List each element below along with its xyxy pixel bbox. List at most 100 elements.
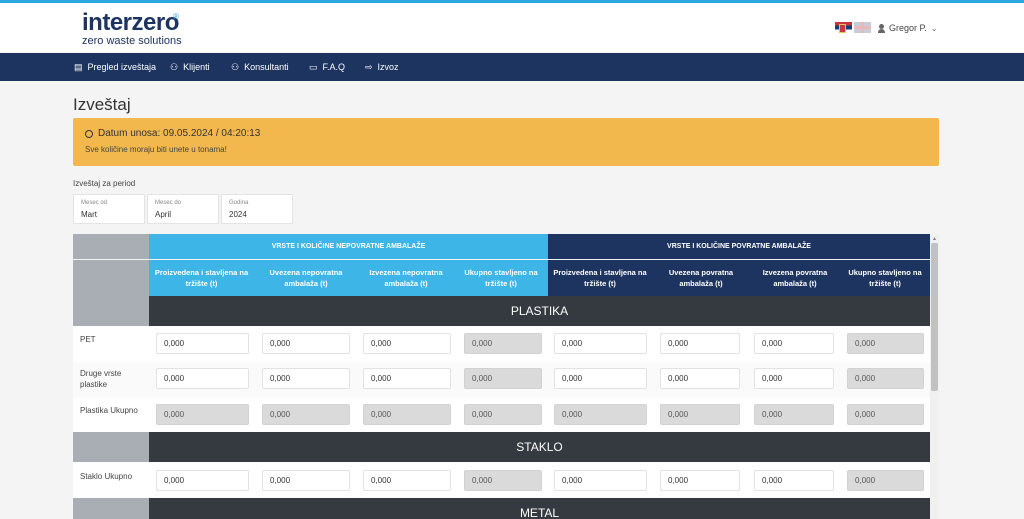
other-plastic-exported-input[interactable]: 0,000	[363, 368, 451, 389]
users-icon: ⚇	[170, 61, 179, 72]
other-plastic-ret-total-field: 0,000	[847, 368, 924, 389]
export-icon: ⇨	[365, 61, 373, 72]
info-alert: Datum unosa: 09.05.2024 / 04:20:13 Sve k…	[73, 118, 939, 166]
logo-brand: interzero	[82, 9, 179, 36]
chat-icon: ▭	[309, 61, 318, 72]
field-label: Godina	[229, 200, 249, 206]
glass-ret-imported-input[interactable]: 0,000	[660, 470, 740, 491]
nav-label: F.A.Q	[322, 62, 346, 72]
language-switcher	[835, 22, 871, 33]
pet-total-field: 0,000	[464, 333, 542, 354]
nav-label: Klijenti	[183, 62, 210, 72]
plastic-ret-total-imported-field: 0,000	[660, 404, 740, 425]
row-label: Staklo Ukupno	[80, 472, 133, 481]
glass-ret-exported-input[interactable]: 0,000	[754, 470, 834, 491]
column-header: Uvezena nepovratna ambalaža (t)	[254, 260, 358, 296]
field-value: 2024	[229, 210, 247, 219]
row-label: Druge vrste plastike	[80, 369, 122, 389]
chevron-down-icon: ⌄	[930, 23, 938, 33]
users-icon: ⚇	[231, 61, 240, 72]
pet-imported-input[interactable]: 0,000	[262, 333, 350, 354]
other-plastic-total-field: 0,000	[464, 368, 542, 389]
section-side-cell	[73, 432, 149, 462]
plastic-total-produced-field: 0,000	[156, 404, 249, 425]
alert-note: Sve količine moraju biti unete u tonama!	[85, 145, 227, 154]
table-corner-cell	[73, 260, 149, 296]
nav-item-reports[interactable]: ▤ Pregled izveštaja	[74, 53, 156, 81]
plastic-total-field: 0,000	[464, 404, 542, 425]
pet-ret-produced-input[interactable]: 0,000	[554, 333, 647, 354]
field-label: Mesec do	[155, 200, 182, 206]
column-header: Uvezena povratna ambalaža (t)	[652, 260, 750, 296]
report-table: VRSTE I KOLIČINE NEPOVRATNE AMBALAŽE VRS…	[73, 234, 930, 519]
pet-exported-input[interactable]: 0,000	[363, 333, 451, 354]
other-plastic-ret-exported-input[interactable]: 0,000	[754, 368, 834, 389]
nav-label: Izvoz	[377, 62, 399, 72]
page-title: Izveštaj	[73, 95, 131, 114]
group-header-nonreturnable: VRSTE I KOLIČINE NEPOVRATNE AMBALAŽE	[149, 234, 548, 259]
nav-item-clients[interactable]: ⚇ Klijenti	[170, 53, 210, 81]
table-scrollbar[interactable]: ▲	[930, 234, 939, 519]
scrollbar-thumb[interactable]	[931, 243, 938, 391]
table-corner-cell	[73, 234, 149, 259]
clock-icon	[85, 129, 93, 138]
group-header-returnable: VRSTE I KOLIČINE POVRATNE AMBALAŽE	[548, 234, 930, 259]
nav-label: Pregled izveštaja	[87, 62, 157, 72]
plastic-ret-total-exported-field: 0,000	[754, 404, 834, 425]
scroll-up-icon[interactable]: ▲	[932, 236, 937, 242]
other-plastic-ret-imported-input[interactable]: 0,000	[660, 368, 740, 389]
column-header: Ukupno stavljeno na tržište (t)	[840, 260, 930, 296]
plastic-total-imported-field: 0,000	[262, 404, 350, 425]
column-header: Izvezena nepovratna ambalaža (t)	[358, 260, 454, 296]
month-to-field[interactable]: Mesec do April	[147, 194, 219, 224]
nav-item-faq[interactable]: ▭ F.A.Q	[309, 53, 345, 81]
serbian-flag-icon[interactable]	[835, 22, 852, 33]
plastic-ret-total-produced-field: 0,000	[554, 404, 647, 425]
other-plastic-ret-produced-input[interactable]: 0,000	[554, 368, 647, 389]
section-header-plastika: PLASTIKA	[149, 296, 930, 326]
section-header-metal: METAL	[149, 498, 930, 519]
nav-item-export[interactable]: ⇨ Izvoz	[365, 53, 399, 81]
column-header: Ukupno stavljeno na tržište (t)	[454, 260, 548, 296]
pet-ret-imported-input[interactable]: 0,000	[660, 333, 740, 354]
column-header: Proizvedena i stavljena na tržište (t)	[149, 260, 254, 296]
field-label: Mesec od	[81, 200, 108, 206]
nav-label: Konsultanti	[244, 62, 289, 72]
row-label: PET	[80, 335, 96, 344]
pet-produced-input[interactable]: 0,000	[156, 333, 249, 354]
header: interzero ® zero waste solutions Gregor …	[0, 3, 1024, 52]
user-menu[interactable]: Gregor P. ⌄	[878, 23, 938, 33]
section-side-cell	[73, 296, 149, 326]
main-navigation: ▤ Pregled izveštaja ⚇ Klijenti ⚇ Konsult…	[0, 53, 1024, 81]
user-icon	[878, 23, 885, 33]
glass-total-field: 0,000	[464, 470, 542, 491]
nav-item-consultants[interactable]: ⚇ Konsultanti	[231, 53, 289, 81]
glass-imported-input[interactable]: 0,000	[262, 470, 350, 491]
plastic-ret-total-field: 0,000	[847, 404, 924, 425]
user-name: Gregor P.	[889, 23, 927, 33]
glass-produced-input[interactable]: 0,000	[156, 470, 249, 491]
entry-date: Datum unosa: 09.05.2024 / 04:20:13	[98, 128, 261, 139]
row-label: Plastika Ukupno	[80, 406, 138, 415]
column-header: Proizvedena i stavljena na tržište (t)	[548, 260, 652, 296]
month-from-field[interactable]: Mesec od Mart	[73, 194, 145, 224]
logo-registered: ®	[173, 12, 179, 21]
glass-ret-produced-input[interactable]: 0,000	[554, 470, 647, 491]
document-icon: ▤	[74, 61, 83, 72]
glass-ret-total-field: 0,000	[847, 470, 924, 491]
pet-ret-total-field: 0,000	[847, 333, 924, 354]
year-field[interactable]: Godina 2024	[221, 194, 293, 224]
other-plastic-produced-input[interactable]: 0,000	[156, 368, 249, 389]
interzero-logo[interactable]: interzero ® zero waste solutions	[82, 9, 182, 48]
english-flag-icon[interactable]	[854, 22, 871, 33]
other-plastic-imported-input[interactable]: 0,000	[262, 368, 350, 389]
pet-ret-exported-input[interactable]: 0,000	[754, 333, 834, 354]
logo-tagline: zero waste solutions	[82, 35, 182, 47]
field-value: April	[155, 210, 172, 219]
period-label: Izveštaj za period	[73, 179, 136, 188]
field-value: Mart	[81, 210, 97, 219]
section-side-cell	[73, 498, 149, 519]
glass-exported-input[interactable]: 0,000	[363, 470, 451, 491]
section-header-staklo: STAKLO	[149, 432, 930, 462]
column-header: Izvezena povratna ambalaža (t)	[750, 260, 840, 296]
